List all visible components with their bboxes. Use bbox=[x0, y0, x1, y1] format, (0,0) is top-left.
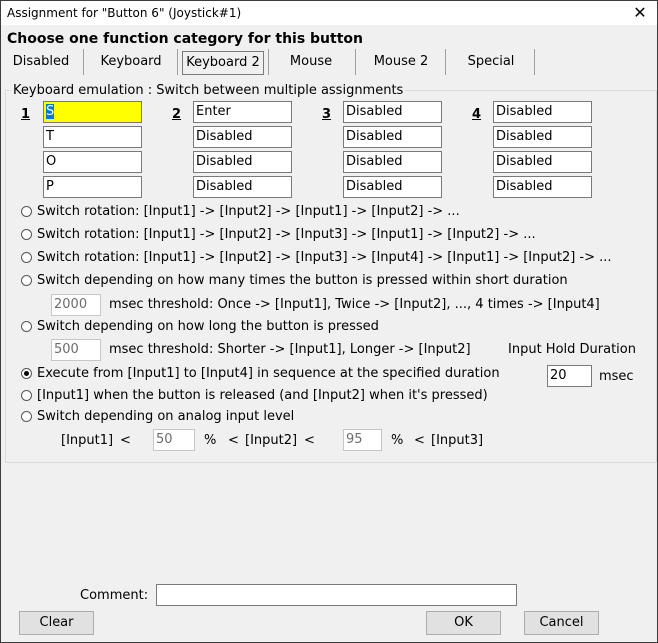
radio-option-1[interactable] bbox=[21, 206, 32, 217]
hold-duration-input[interactable]: 20 bbox=[547, 365, 592, 387]
tab-divider bbox=[355, 49, 356, 75]
radio-label-rotation-3: Switch rotation: [Input1] -> [Input2] ->… bbox=[37, 227, 536, 242]
radio-label-press-count: Switch depending on how many times the b… bbox=[37, 273, 568, 288]
page-heading: Choose one function category for this bu… bbox=[7, 31, 363, 47]
close-icon[interactable]: ✕ bbox=[623, 1, 657, 25]
column-number-1: 1 bbox=[21, 107, 31, 122]
comment-label: Comment: bbox=[80, 588, 149, 603]
window-title: Assignment for "Button 6" (Joystick#1) bbox=[7, 6, 242, 20]
radio-label-rotation-2: Switch rotation: [Input1] -> [Input2] ->… bbox=[37, 204, 460, 219]
tab-mouse[interactable]: Mouse bbox=[275, 51, 347, 75]
press-count-threshold-input[interactable]: 2000 bbox=[51, 294, 101, 316]
column-number-4: 4 bbox=[472, 107, 482, 122]
key-field-3-2[interactable]: Disabled bbox=[343, 126, 442, 148]
key-field-2-1[interactable]: Enter bbox=[193, 101, 292, 123]
key-field-1-1[interactable]: S bbox=[43, 101, 142, 123]
cancel-button[interactable]: Cancel bbox=[524, 611, 599, 635]
comment-input[interactable] bbox=[156, 584, 517, 606]
key-field-1-4[interactable]: P bbox=[43, 176, 142, 198]
tab-special[interactable]: Special bbox=[453, 51, 529, 75]
key-field-4-3[interactable]: Disabled bbox=[493, 151, 592, 173]
radio-label-sequence: Execute from [Input1] to [Input4] in seq… bbox=[37, 366, 500, 381]
tab-divider bbox=[445, 49, 446, 75]
hold-duration-label: Input Hold Duration bbox=[508, 342, 636, 357]
analog-threshold-1-input[interactable]: 50 bbox=[153, 429, 195, 451]
tab-divider bbox=[83, 49, 84, 75]
column-number-2: 2 bbox=[172, 107, 182, 122]
radio-label-rotation-4: Switch rotation: [Input1] -> [Input2] ->… bbox=[37, 250, 612, 265]
key-field-2-3[interactable]: Disabled bbox=[193, 151, 292, 173]
group-label: Keyboard emulation : Switch between mult… bbox=[11, 83, 406, 98]
analog-threshold-2-input[interactable]: 95 bbox=[343, 429, 382, 451]
radio-option-6[interactable] bbox=[21, 368, 32, 379]
radio-option-2[interactable] bbox=[21, 229, 32, 240]
analog-input2-label: [Input2] bbox=[245, 433, 298, 448]
press-length-threshold-text: msec threshold: Shorter -> [Input1], Lon… bbox=[109, 342, 471, 357]
key-field-3-1[interactable]: Disabled bbox=[343, 101, 442, 123]
radio-option-8[interactable] bbox=[21, 411, 32, 422]
tab-divider bbox=[177, 49, 178, 75]
radio-label-analog: Switch depending on analog input level bbox=[37, 409, 295, 424]
analog-input3-label: [Input3] bbox=[431, 433, 484, 448]
radio-label-press-length: Switch depending on how long the button … bbox=[37, 319, 379, 334]
key-field-2-4[interactable]: Disabled bbox=[193, 176, 292, 198]
key-field-3-3[interactable]: Disabled bbox=[343, 151, 442, 173]
analog-percent-2: % bbox=[391, 433, 404, 448]
radio-option-3[interactable] bbox=[21, 252, 32, 263]
analog-input1-label: [Input1] bbox=[61, 433, 114, 448]
clear-button[interactable]: Clear bbox=[19, 611, 94, 635]
analog-lt-3: < bbox=[304, 433, 315, 448]
key-field-3-4[interactable]: Disabled bbox=[343, 176, 442, 198]
dialog-window: Assignment for "Button 6" (Joystick#1) ✕… bbox=[0, 0, 658, 643]
radio-option-4[interactable] bbox=[21, 275, 32, 286]
analog-lt-1: < bbox=[120, 433, 131, 448]
analog-lt-4: < bbox=[414, 433, 425, 448]
radio-option-7[interactable] bbox=[21, 390, 32, 401]
press-length-threshold-input[interactable]: 500 bbox=[51, 339, 101, 361]
tab-divider bbox=[534, 49, 535, 75]
tab-divider bbox=[268, 49, 269, 75]
title-bar: Assignment for "Button 6" (Joystick#1) ✕ bbox=[1, 1, 657, 25]
analog-percent-1: % bbox=[204, 433, 217, 448]
key-field-1-3[interactable]: O bbox=[43, 151, 142, 173]
tab-keyboard-2[interactable]: Keyboard 2 bbox=[182, 51, 264, 75]
key-field-4-2[interactable]: Disabled bbox=[493, 126, 592, 148]
tab-mouse-2[interactable]: Mouse 2 bbox=[363, 51, 439, 75]
radio-option-5[interactable] bbox=[21, 321, 32, 332]
press-count-threshold-text: msec threshold: Once -> [Input1], Twice … bbox=[109, 297, 600, 312]
ok-button[interactable]: OK bbox=[426, 611, 501, 635]
key-field-value: S bbox=[46, 104, 55, 119]
tab-keyboard[interactable]: Keyboard bbox=[91, 51, 171, 75]
key-field-1-2[interactable]: T bbox=[43, 126, 142, 148]
analog-lt-2: < bbox=[228, 433, 239, 448]
tab-disabled[interactable]: Disabled bbox=[7, 51, 75, 75]
key-field-4-4[interactable]: Disabled bbox=[493, 176, 592, 198]
radio-label-release: [Input1] when the button is released (an… bbox=[37, 388, 488, 403]
hold-duration-unit: msec bbox=[599, 369, 634, 384]
key-field-4-1[interactable]: Disabled bbox=[493, 101, 592, 123]
key-field-2-2[interactable]: Disabled bbox=[193, 126, 292, 148]
column-number-3: 3 bbox=[322, 107, 332, 122]
